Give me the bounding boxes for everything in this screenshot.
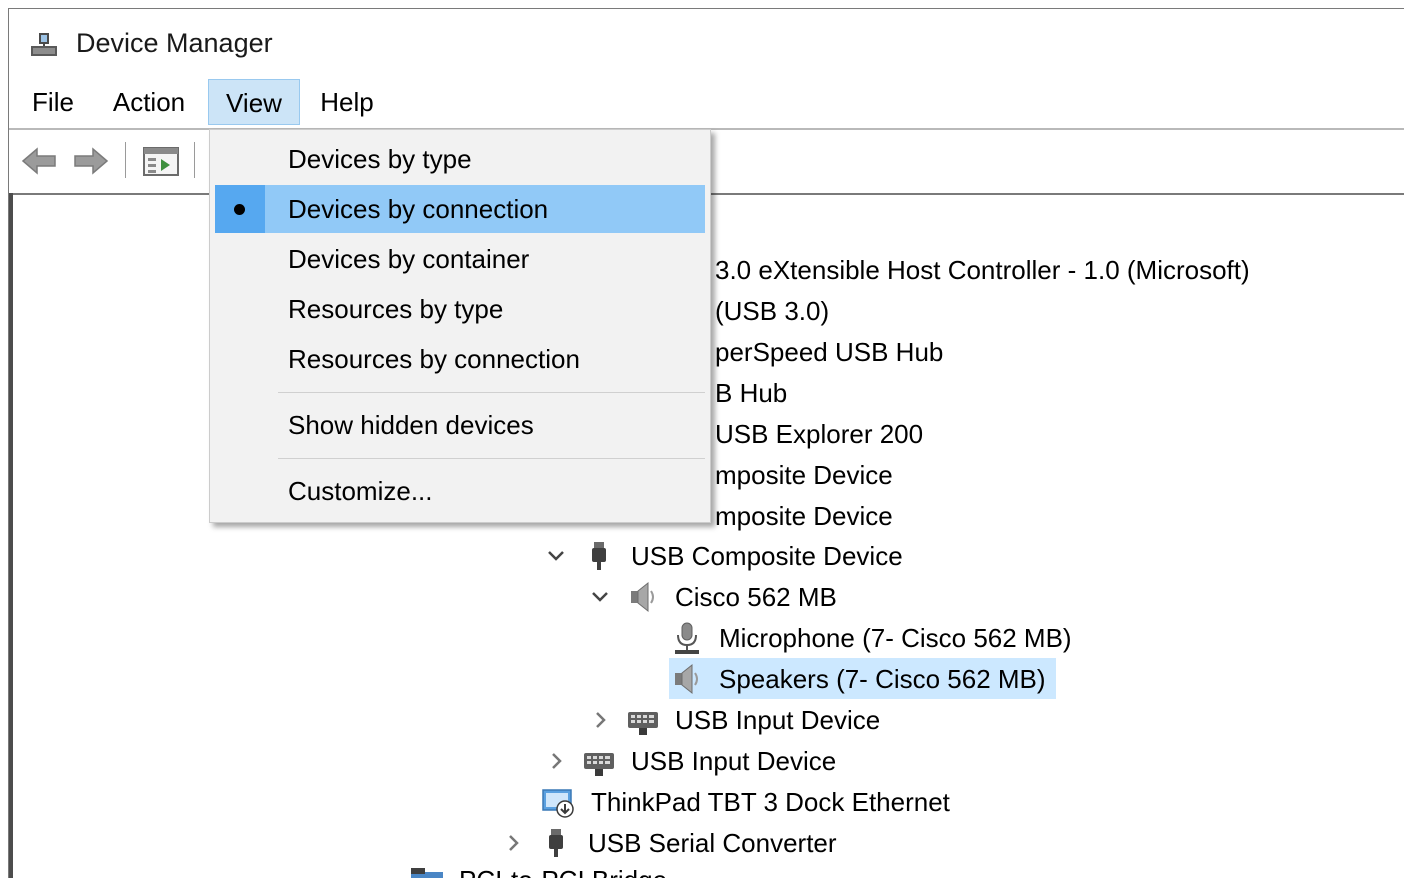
usb-plug-icon xyxy=(581,538,617,574)
toolbar-divider-2 xyxy=(194,142,195,178)
tree-row-partial[interactable]: mposite Device xyxy=(709,495,899,536)
tree-row-thinkpad-dock-ethernet[interactable]: ThinkPad TBT 3 Dock Ethernet xyxy=(541,781,956,822)
tree-row-pci-to-pci-bridge[interactable]: PCI-to-PCI Bridge xyxy=(409,859,673,878)
chevron-right-icon[interactable] xyxy=(589,709,611,731)
chevron-down-icon[interactable] xyxy=(589,586,611,608)
keyboard-icon xyxy=(581,743,617,779)
menu-check-column xyxy=(215,185,265,233)
tree-row-partial[interactable]: perSpeed USB Hub xyxy=(709,331,949,372)
menu-check-column xyxy=(215,235,265,283)
view-menu-dropdown: Devices by type Devices by connection De… xyxy=(209,129,711,523)
device-manager-window: Device Manager File Action View Help xyxy=(8,8,1404,878)
system-device-icon xyxy=(409,862,445,878)
device-manager-icon xyxy=(29,29,59,59)
network-adapter-icon xyxy=(541,784,577,820)
menu-bar: File Action View Help xyxy=(9,79,1404,129)
view-menu-resources-by-connection[interactable]: Resources by connection xyxy=(215,335,705,383)
menu-check-column xyxy=(215,335,265,383)
keyboard-icon xyxy=(625,702,661,738)
tree-row-cisco-562-mb[interactable]: Cisco 562 MB xyxy=(589,576,843,617)
menu-check-column xyxy=(215,135,265,183)
tree-row-partial[interactable]: USB Explorer 200 xyxy=(709,413,929,454)
usb-plug-icon xyxy=(538,825,574,861)
menu-help[interactable]: Help xyxy=(312,79,382,125)
menu-separator xyxy=(278,392,705,393)
tree-row-speakers[interactable]: Speakers (7- Cisco 562 MB) xyxy=(669,658,1056,699)
tree-row-usb-input-device[interactable]: USB Input Device xyxy=(545,740,842,781)
tree-row-partial[interactable]: mposite Device xyxy=(709,454,899,495)
chevron-down-icon[interactable] xyxy=(545,545,567,567)
view-menu-resources-by-type[interactable]: Resources by type xyxy=(215,285,705,333)
menu-check-column xyxy=(215,467,265,515)
menu-check-column xyxy=(215,401,265,449)
view-menu-customize[interactable]: Customize... xyxy=(215,467,705,515)
chevron-right-icon[interactable] xyxy=(502,832,524,854)
properties-pane-icon[interactable] xyxy=(141,144,181,178)
microphone-icon xyxy=(669,620,705,656)
menu-action[interactable]: Action xyxy=(104,79,194,125)
view-menu-devices-by-type[interactable]: Devices by type xyxy=(215,135,705,183)
forward-arrow-icon[interactable] xyxy=(71,144,111,178)
menu-separator xyxy=(278,458,705,459)
tree-row-partial[interactable]: 3.0 eXtensible Host Controller - 1.0 (Mi… xyxy=(709,249,1256,290)
selected-row-label: Speakers (7- Cisco 562 MB) xyxy=(713,659,1052,699)
back-arrow-icon[interactable] xyxy=(19,144,59,178)
tree-row-partial[interactable]: B Hub xyxy=(709,372,793,413)
view-menu-devices-by-container[interactable]: Devices by container xyxy=(215,235,705,283)
window-title: Device Manager xyxy=(76,28,273,59)
tree-row-partial[interactable]: (USB 3.0) xyxy=(709,290,835,331)
menu-view[interactable]: View xyxy=(208,79,300,125)
view-menu-devices-by-connection[interactable]: Devices by connection xyxy=(215,185,705,233)
tree-row-microphone[interactable]: Microphone (7- Cisco 562 MB) xyxy=(669,617,1078,658)
menu-file[interactable]: File xyxy=(26,79,80,125)
menu-check-column xyxy=(215,285,265,333)
radio-bullet-icon xyxy=(234,204,245,215)
view-menu-show-hidden-devices[interactable]: Show hidden devices xyxy=(215,401,705,449)
tree-row-usb-composite-device[interactable]: USB Composite Device xyxy=(545,535,909,576)
tree-row-usb-serial-converter[interactable]: USB Serial Converter xyxy=(502,822,843,863)
toolbar-divider xyxy=(125,142,126,178)
chevron-right-icon[interactable] xyxy=(545,750,567,772)
title-bar: Device Manager xyxy=(9,9,1404,71)
speaker-icon xyxy=(669,661,705,697)
speaker-icon xyxy=(625,579,661,615)
tree-row-usb-input-device[interactable]: USB Input Device xyxy=(589,699,886,740)
